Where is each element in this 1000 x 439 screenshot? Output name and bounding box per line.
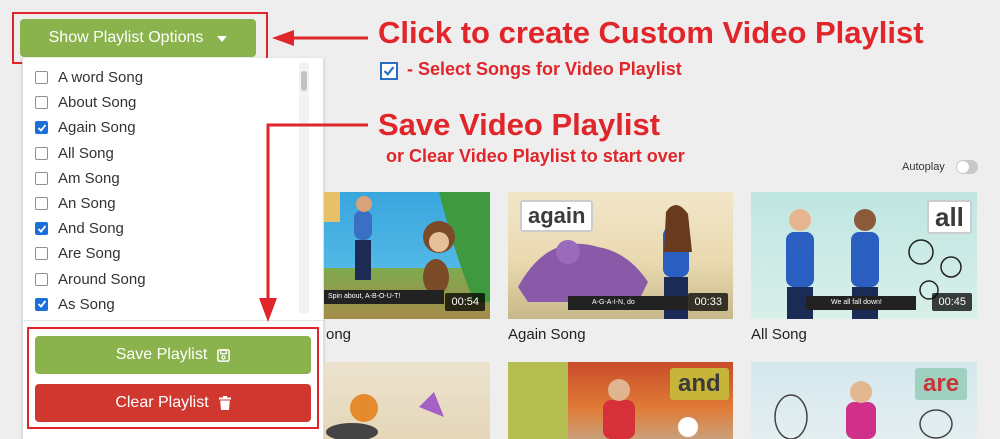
- video-duration: 00:54: [445, 293, 485, 311]
- video-thumbnail[interactable]: again A-G-A-I-N, do 00:33: [508, 192, 733, 319]
- song-checkbox[interactable]: [35, 96, 48, 110]
- song-label: As Song: [58, 295, 115, 313]
- video-thumbnail[interactable]: are: [751, 362, 977, 439]
- sight-word-card: again: [520, 200, 594, 232]
- song-label: Again Song: [58, 119, 136, 137]
- clear-playlist-label: Clear Playlist: [115, 394, 209, 411]
- save-playlist-button[interactable]: Save Playlist: [35, 336, 311, 374]
- annotation-save: Save Video Playlist: [378, 107, 661, 142]
- annotation-create: Click to create Custom Video Playlist: [378, 15, 924, 50]
- song-item[interactable]: Are Song: [23, 241, 313, 266]
- video-title[interactable]: All Song: [751, 326, 807, 343]
- song-label: An Song: [58, 195, 116, 213]
- sight-word-card: are: [915, 368, 968, 400]
- video-caption: A-G-A-I-N, do: [592, 299, 635, 306]
- song-checkbox[interactable]: [35, 121, 48, 135]
- video-title[interactable]: Again Song: [508, 326, 586, 343]
- save-playlist-label: Save Playlist: [115, 346, 208, 363]
- clear-playlist-button[interactable]: Clear Playlist: [35, 384, 311, 422]
- song-label: Am Song: [58, 169, 120, 187]
- video-thumbnail[interactable]: Spin about, A-B-O-U-T! 00:54: [324, 192, 490, 319]
- song-item[interactable]: Around Song: [23, 267, 313, 292]
- scrollbar-thumb[interactable]: [301, 71, 307, 91]
- video-duration: 00:33: [688, 293, 728, 311]
- playlist-page: { "playlist": { "toggle_label": "Show Pl…: [0, 0, 1000, 439]
- annotation-select: - Select Songs for Video Playlist: [407, 59, 682, 79]
- video-caption: We all fall down!: [831, 299, 882, 306]
- song-label: About Song: [58, 94, 137, 112]
- sight-word-card: all: [927, 200, 972, 234]
- arrow-to-show-button: [272, 30, 368, 46]
- song-list: A word Song About Song Again Song All So…: [23, 65, 313, 317]
- song-checkbox[interactable]: [35, 222, 48, 236]
- song-item[interactable]: An Song: [23, 191, 313, 216]
- song-item[interactable]: A word Song: [23, 65, 313, 90]
- song-checkbox[interactable]: [35, 171, 48, 185]
- pumpkin-illustration: [326, 392, 444, 439]
- highlight-show-button: [12, 12, 268, 64]
- song-item[interactable]: As Song: [23, 292, 313, 317]
- trash-icon: [218, 396, 231, 410]
- song-label: A word Song: [58, 69, 144, 87]
- song-label: Are Song: [58, 245, 121, 263]
- song-checkbox[interactable]: [35, 247, 48, 261]
- video-caption: Spin about, A-B-O-U-T!: [328, 293, 401, 300]
- autoplay-label: Autoplay: [902, 161, 945, 173]
- song-item[interactable]: Am Song: [23, 166, 313, 191]
- checked-box-icon: [380, 62, 398, 80]
- annotation-clear: or Clear Video Playlist to start over: [386, 146, 685, 166]
- song-checkbox[interactable]: [35, 197, 48, 211]
- toggle-knob: [957, 161, 969, 173]
- song-checkbox[interactable]: [35, 146, 48, 160]
- song-checkbox[interactable]: [35, 272, 48, 286]
- video-title[interactable]: ong: [326, 326, 351, 343]
- song-label: Around Song: [58, 270, 146, 288]
- autoplay-toggle[interactable]: [956, 160, 978, 174]
- video-thumbnail[interactable]: [324, 362, 490, 439]
- song-label: All Song: [58, 144, 114, 162]
- floppy-disk-icon: [217, 348, 231, 362]
- song-checkbox[interactable]: [35, 71, 48, 85]
- sight-word-card: and: [670, 368, 729, 400]
- song-item[interactable]: All Song: [23, 141, 313, 166]
- song-checkbox[interactable]: [35, 297, 48, 311]
- song-item[interactable]: And Song: [23, 216, 313, 241]
- video-thumbnail[interactable]: and: [508, 362, 733, 439]
- panel-divider: [23, 320, 323, 321]
- video-duration: 00:45: [932, 293, 972, 311]
- song-item[interactable]: Again Song: [23, 115, 313, 140]
- song-list-scrollbar[interactable]: [299, 63, 309, 313]
- song-label: And Song: [58, 220, 124, 238]
- song-item[interactable]: About Song: [23, 90, 313, 115]
- video-thumbnail[interactable]: all We all fall down! 00:45: [751, 192, 977, 319]
